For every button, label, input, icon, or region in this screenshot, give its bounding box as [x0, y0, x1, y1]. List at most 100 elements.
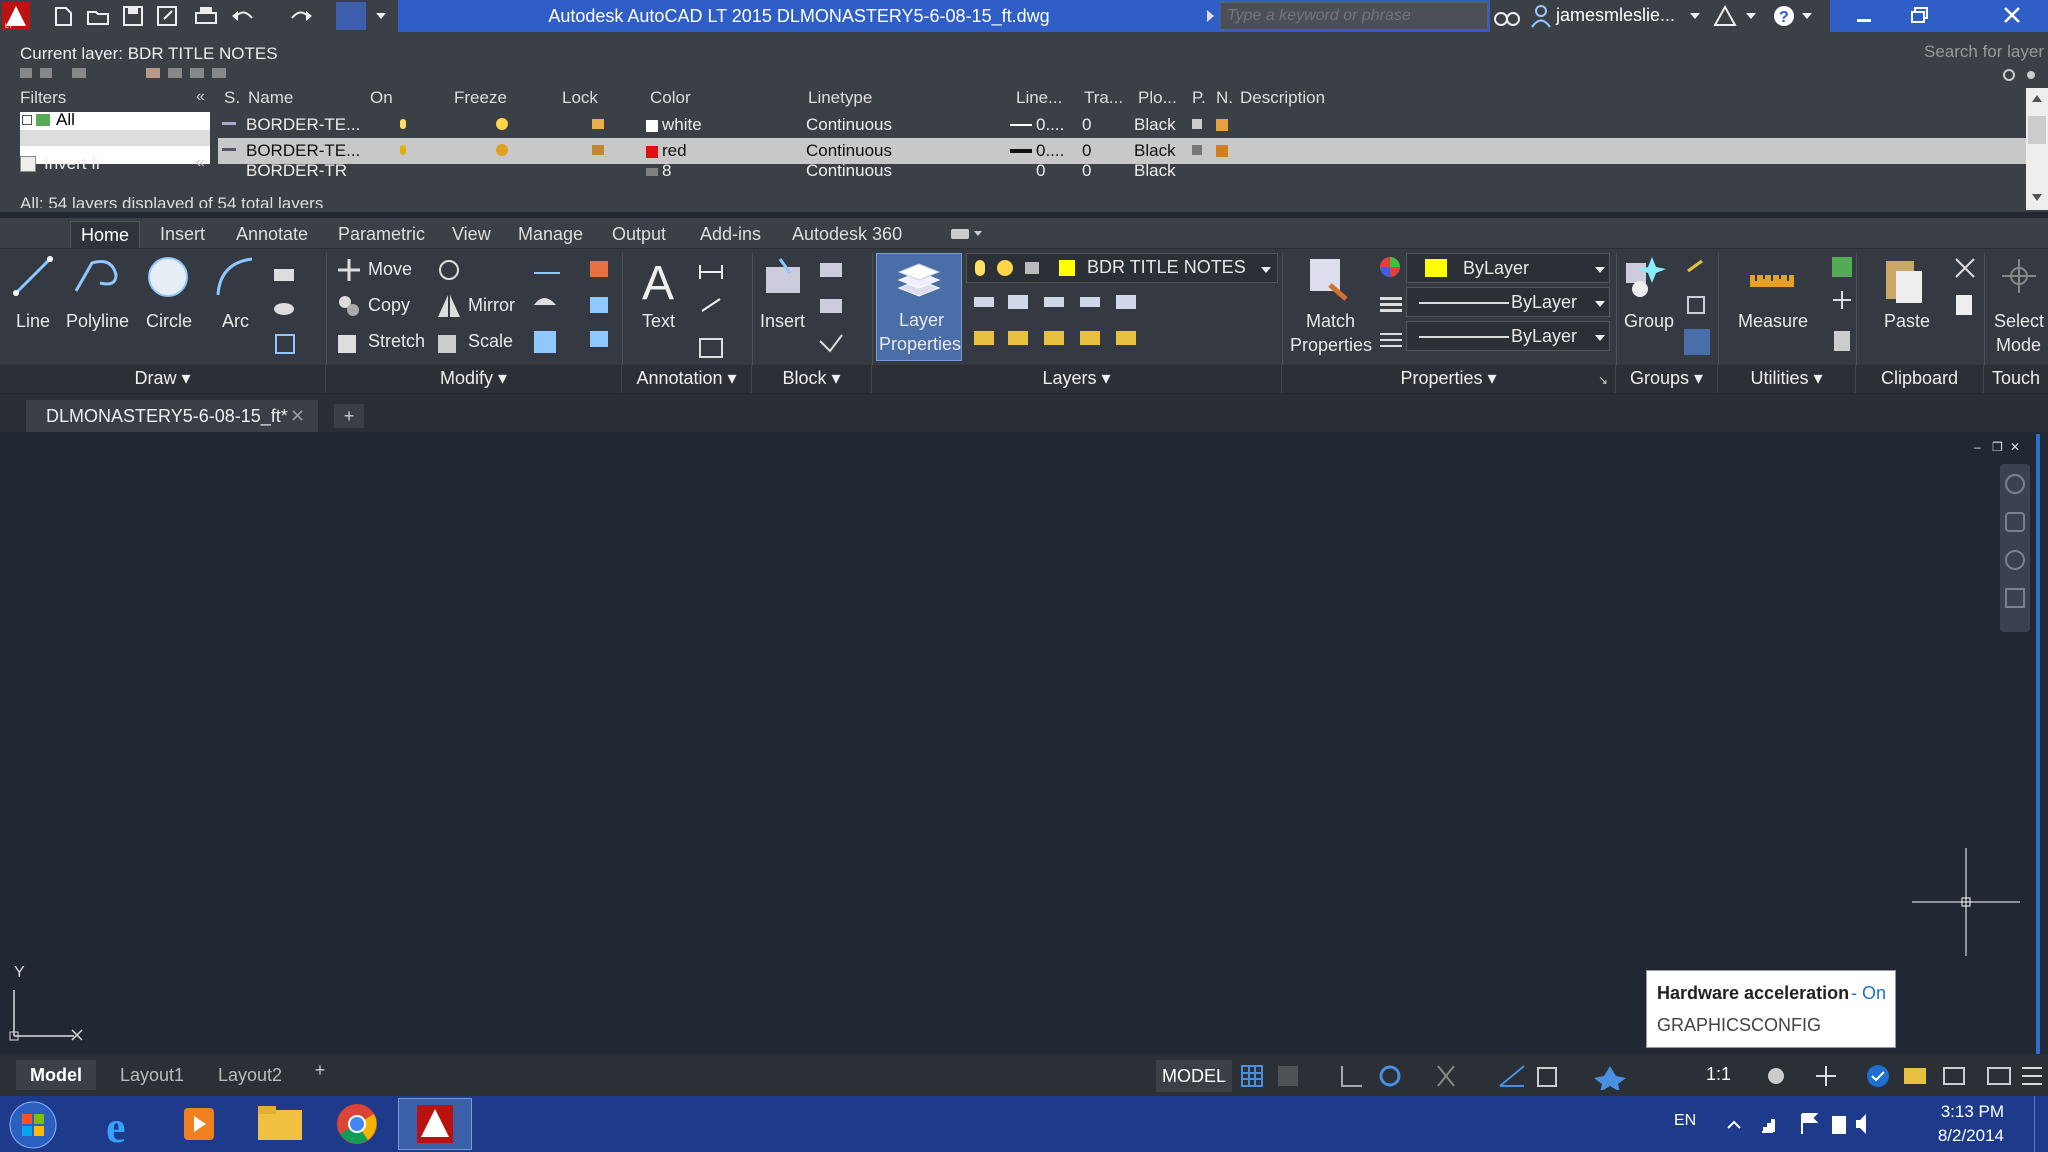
- thaw-sun-icon[interactable]: [496, 118, 508, 130]
- utilities-small-tools-icon[interactable]: [1828, 255, 1856, 359]
- layer-row[interactable]: BORDER-TE... white Continuous 0.... 0 Bl…: [218, 112, 2026, 138]
- workspace-switch-button[interactable]: [336, 2, 366, 30]
- col-description[interactable]: Description: [1240, 88, 1325, 108]
- match-properties-icon[interactable]: [1306, 255, 1352, 301]
- col-plot-style[interactable]: Plo...: [1138, 88, 1177, 108]
- viewport-minimize-icon[interactable]: –: [1974, 440, 1981, 454]
- annotation-scale[interactable]: 1:1: [1706, 1064, 1731, 1085]
- set-current-icon[interactable]: [212, 68, 226, 78]
- color-swatch[interactable]: [646, 146, 658, 158]
- invert-filter-checkbox[interactable]: [20, 156, 36, 172]
- layer-lineweight[interactable]: 0....: [1036, 138, 1064, 164]
- layer-transparency[interactable]: 0: [1082, 164, 1091, 176]
- zoom-extents-icon[interactable]: [2005, 550, 2025, 570]
- col-transparency[interactable]: Tra...: [1084, 88, 1123, 108]
- new-layer-icon[interactable]: [146, 68, 160, 78]
- utilities-panel[interactable]: Utilities ▾: [1718, 365, 1856, 393]
- show-desktop-button[interactable]: [2034, 1096, 2048, 1152]
- user-icon[interactable]: [1530, 4, 1552, 28]
- layer-search-input[interactable]: Search for layer: [1924, 42, 2048, 62]
- linetype-dropdown[interactable]: ByLayer: [1406, 287, 1610, 317]
- lineweight-dropdown[interactable]: ByLayer: [1406, 321, 1610, 351]
- layer-transparency[interactable]: 0: [1082, 112, 1091, 138]
- model-space-button[interactable]: MODEL: [1156, 1060, 1232, 1092]
- scroll-up-icon[interactable]: [2030, 92, 2044, 104]
- measure-button[interactable]: Measure: [1738, 311, 1808, 332]
- taskbar-autocad[interactable]: [398, 1098, 472, 1150]
- col-lineweight[interactable]: Line...: [1016, 88, 1062, 108]
- orbit-icon[interactable]: [2005, 588, 2025, 608]
- stretch-icon[interactable]: [336, 329, 362, 355]
- new-property-filter-icon[interactable]: [20, 68, 32, 78]
- drawing-canvas[interactable]: – ❐ ✕ Y: [0, 434, 2040, 1054]
- tab-model[interactable]: Model: [16, 1060, 96, 1090]
- taskbar-ie[interactable]: e: [88, 1098, 162, 1152]
- clock-time[interactable]: 3:13 PM: [1924, 1102, 2004, 1122]
- annotation-small-tools-icon[interactable]: [696, 259, 740, 359]
- tab-view[interactable]: View: [442, 221, 501, 248]
- new-layout-button[interactable]: +: [306, 1060, 334, 1084]
- layer-linetype[interactable]: Continuous: [806, 164, 892, 176]
- col-plot[interactable]: P.: [1192, 88, 1206, 108]
- color-dropdown[interactable]: ByLayer: [1406, 253, 1610, 283]
- mirror-icon[interactable]: [436, 293, 462, 319]
- tree-expand-icon[interactable]: [22, 115, 32, 125]
- block-small-tools-icon[interactable]: [816, 259, 860, 359]
- tab-autodesk-360[interactable]: Autodesk 360: [782, 221, 912, 248]
- tab-insert[interactable]: Insert: [150, 221, 215, 248]
- line-button[interactable]: Line: [16, 311, 50, 332]
- layer-lineweight[interactable]: 0....: [1036, 112, 1064, 138]
- autocad-logo-icon[interactable]: LT: [2, 2, 30, 30]
- text-button[interactable]: Text: [642, 311, 675, 332]
- tab-layout1[interactable]: Layout1: [106, 1060, 198, 1090]
- move-button[interactable]: Move: [368, 259, 412, 280]
- layer-linetype[interactable]: Continuous: [806, 112, 892, 138]
- layer-transparency[interactable]: 0: [1082, 138, 1091, 164]
- clipboard-small-tools-icon[interactable]: [1950, 255, 1980, 355]
- match-properties-label-2[interactable]: Properties: [1290, 335, 1372, 356]
- exchange-dropdown-icon[interactable]: [1744, 10, 1758, 22]
- color-swatch[interactable]: [646, 168, 658, 176]
- arc-icon[interactable]: [212, 255, 256, 299]
- tab-home[interactable]: Home: [70, 221, 141, 248]
- search-expand-icon[interactable]: [1204, 8, 1216, 24]
- insert-icon[interactable]: [760, 255, 806, 301]
- delete-layer-icon[interactable]: [190, 68, 204, 78]
- ribbon-minimize-icon[interactable]: [950, 226, 984, 242]
- layer-states-icon[interactable]: [72, 68, 86, 78]
- collapse-filters-icon-2[interactable]: «: [196, 154, 205, 172]
- unlock-icon[interactable]: [592, 145, 604, 155]
- notification-state-value[interactable]: On: [1862, 983, 1886, 1003]
- insert-button[interactable]: Insert: [760, 311, 805, 332]
- text-icon[interactable]: A: [638, 255, 682, 305]
- select-mode-label-1[interactable]: Select: [1994, 311, 2044, 332]
- layer-table-scrollbar[interactable]: [2026, 88, 2048, 210]
- layer-tools-icon[interactable]: [972, 291, 1152, 361]
- close-icon[interactable]: [2002, 5, 2022, 25]
- tab-manage[interactable]: Manage: [508, 221, 593, 248]
- tab-parametric[interactable]: Parametric: [328, 221, 435, 248]
- properties-dialog-launcher-icon[interactable]: ↘: [1598, 373, 1608, 387]
- properties-panel[interactable]: Properties ▾: [1282, 365, 1616, 393]
- layer-lineweight[interactable]: 0: [1036, 164, 1045, 176]
- scale-button[interactable]: Scale: [468, 331, 513, 352]
- draw-small-tools-icon[interactable]: [272, 261, 312, 381]
- new-layer-vp-icon[interactable]: [168, 68, 182, 78]
- circle-button[interactable]: Circle: [146, 311, 192, 332]
- binoculars-icon[interactable]: [1494, 5, 1520, 27]
- col-status[interactable]: S.: [224, 88, 240, 108]
- paste-button[interactable]: Paste: [1884, 311, 1930, 332]
- select-mode-icon[interactable]: [2000, 255, 2038, 297]
- mirror-button[interactable]: Mirror: [468, 295, 515, 316]
- circle-icon[interactable]: [146, 255, 190, 299]
- color-swatch[interactable]: [646, 120, 658, 132]
- taskbar-chrome[interactable]: [320, 1098, 394, 1150]
- new-group-filter-icon[interactable]: [40, 68, 52, 78]
- plot-icon[interactable]: [1192, 119, 1202, 129]
- user-dropdown-icon[interactable]: [1688, 10, 1702, 22]
- line-icon[interactable]: [10, 253, 56, 299]
- refresh-icon[interactable]: [2002, 68, 2016, 82]
- scroll-thumb[interactable]: [2028, 116, 2046, 144]
- modify-panel[interactable]: Modify ▾: [326, 365, 622, 393]
- layer-properties-button[interactable]: Layer Properties: [876, 253, 962, 361]
